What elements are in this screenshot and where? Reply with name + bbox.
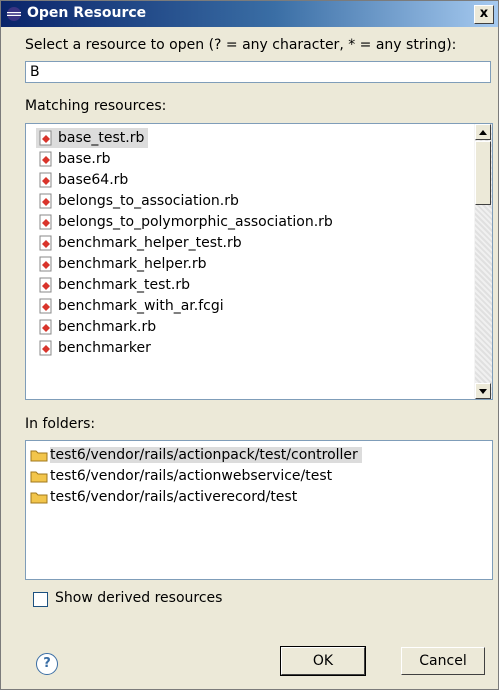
ok-button[interactable]: OK: [280, 646, 366, 676]
resource-list-item[interactable]: base_test.rb: [36, 128, 149, 148]
cancel-button[interactable]: Cancel: [401, 647, 485, 675]
resource-name: base_test.rb: [58, 130, 145, 146]
resource-list-item[interactable]: benchmark_test.rb: [36, 275, 194, 295]
folder-icon: [30, 450, 48, 462]
ruby-file-icon: [39, 130, 52, 146]
search-input[interactable]: [25, 61, 491, 83]
search-prompt: Select a resource to open (? = any chara…: [25, 37, 457, 53]
window-title: Open Resource: [27, 5, 147, 21]
resource-name: benchmark_helper_test.rb: [58, 235, 242, 251]
ruby-file-icon: [39, 319, 52, 335]
folder-list-item[interactable]: test6/vendor/rails/activerecord/test: [28, 487, 301, 507]
folders-list[interactable]: test6/vendor/rails/actionpack/test/contr…: [25, 440, 493, 580]
show-derived-label[interactable]: Show derived resources: [55, 590, 222, 606]
resource-list-item[interactable]: benchmarker: [36, 338, 155, 358]
folder-path: test6/vendor/rails/actionpack/test/contr…: [50, 447, 362, 463]
eclipse-icon: [7, 7, 21, 21]
in-folders-label: In folders:: [25, 416, 96, 432]
ruby-file-icon: [39, 193, 52, 209]
folder-path: test6/vendor/rails/activerecord/test: [50, 489, 298, 505]
resource-list-item[interactable]: belongs_to_association.rb: [36, 191, 243, 211]
resource-list-item[interactable]: base.rb: [36, 149, 114, 169]
resources-scrollbar[interactable]: [474, 124, 492, 399]
resource-name: base64.rb: [58, 172, 129, 188]
resource-name: benchmarker: [58, 340, 151, 356]
help-icon[interactable]: ?: [36, 653, 58, 675]
ruby-file-icon: [39, 172, 52, 188]
ruby-file-icon: [39, 235, 52, 251]
resource-name: belongs_to_association.rb: [58, 193, 239, 209]
folder-list-item[interactable]: test6/vendor/rails/actionwebservice/test: [28, 466, 336, 486]
folder-path: test6/vendor/rails/actionwebservice/test: [50, 468, 333, 484]
resource-name: benchmark_with_ar.fcgi: [58, 298, 224, 314]
resource-name: benchmark_test.rb: [58, 277, 191, 293]
matching-resources-list[interactable]: benchmarker benchmark.rb benchmark_with_ar…: [25, 123, 493, 400]
resource-list-item[interactable]: benchmark_with_ar.fcgi: [36, 296, 228, 316]
resource-list-item[interactable]: base64.rb: [36, 170, 132, 190]
close-button[interactable]: x: [474, 5, 494, 24]
show-derived-checkbox[interactable]: [33, 592, 48, 607]
ruby-file-icon: [39, 298, 52, 314]
resource-list-item[interactable]: benchmark.rb: [36, 317, 160, 337]
ruby-file-icon: [39, 340, 52, 356]
scroll-thumb[interactable]: [475, 141, 491, 205]
arrow-up-icon: [479, 130, 487, 135]
resource-name: benchmark.rb: [58, 319, 157, 335]
ruby-file-icon: [39, 151, 52, 167]
resource-name: base.rb: [58, 151, 111, 167]
matching-resources-label: Matching resources:: [25, 98, 167, 114]
ruby-file-icon: [39, 214, 52, 230]
resource-name: benchmark_helper.rb: [58, 256, 207, 272]
title-bar[interactable]: Open Resource x: [1, 1, 498, 27]
resource-name: belongs_to_polymorphic_association.rb: [58, 214, 333, 230]
ruby-file-icon: [39, 277, 52, 293]
scroll-up-button[interactable]: [475, 124, 491, 140]
folder-list-item[interactable]: test6/vendor/rails/actionpack/test/contr…: [28, 445, 362, 465]
folder-icon: [30, 471, 48, 483]
resource-list-item[interactable]: benchmark_helper_test.rb: [36, 233, 246, 253]
arrow-down-icon: [479, 389, 487, 394]
resource-list-item[interactable]: benchmark_helper.rb: [36, 254, 210, 274]
ruby-file-icon: [39, 256, 52, 272]
open-resource-dialog: Open Resource x Select a resource to ope…: [0, 0, 499, 690]
scroll-down-button[interactable]: [475, 383, 491, 399]
folder-icon: [30, 492, 48, 504]
resource-list-item[interactable]: belongs_to_polymorphic_association.rb: [36, 212, 337, 232]
